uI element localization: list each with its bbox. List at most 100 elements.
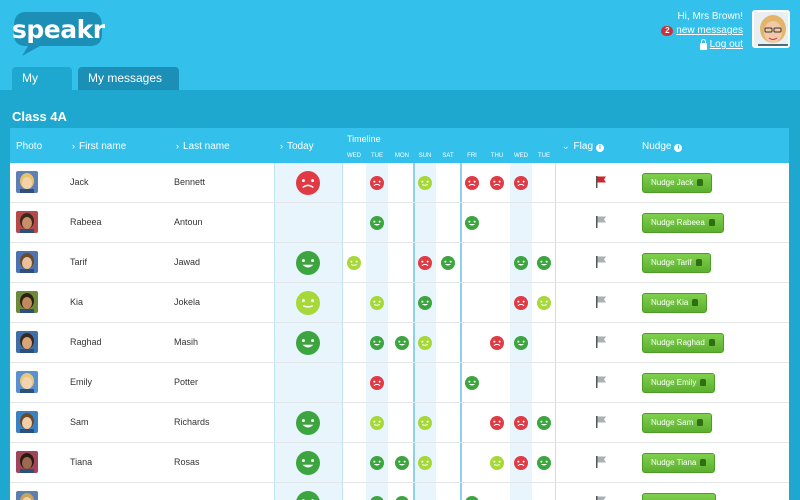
flag-icon[interactable] xyxy=(594,215,608,229)
table-row[interactable] xyxy=(10,483,789,500)
table-header: Photo › First name › Last name › Today Time… xyxy=(10,128,789,163)
header-nudge-label: Nudge xyxy=(642,141,672,152)
lock-icon xyxy=(699,38,707,50)
flag-icon[interactable] xyxy=(594,415,608,429)
flag-icon[interactable] xyxy=(594,175,608,189)
flag-icon[interactable] xyxy=(594,255,608,269)
table-row[interactable]: Tarif Jawad Nudge Tarif xyxy=(10,243,789,283)
hand-wave-icon xyxy=(708,219,715,226)
flag-icon[interactable] xyxy=(594,495,608,500)
table-row[interactable]: Sam Richards Nudge Sam xyxy=(10,403,789,443)
table-row[interactable]: Jack Bennett Nudge Jack xyxy=(10,163,789,203)
chevron-right-icon: › xyxy=(280,141,283,151)
table-row[interactable]: Rabeea Antoun Nudge Rabeea xyxy=(10,203,789,243)
table-row[interactable]: Tiana Rosas Nudge Tiana xyxy=(10,443,789,483)
timeline-day-label: WED xyxy=(347,153,361,159)
hand-wave-icon xyxy=(692,299,699,306)
nudge-button-label: Nudge Rabeea xyxy=(651,218,705,227)
nudge-button[interactable]: Nudge Tarif xyxy=(642,253,711,273)
timeline-mood-happy-icon xyxy=(537,456,551,475)
timeline-mood-happy-icon xyxy=(395,336,409,355)
timeline-mood-happy-icon xyxy=(441,256,455,275)
timeline-mood-happy-icon xyxy=(465,496,479,500)
info-icon[interactable]: i xyxy=(596,144,604,152)
timeline-mood-mid-icon xyxy=(490,456,504,475)
student-photo xyxy=(16,411,38,433)
user-avatar[interactable] xyxy=(752,10,790,48)
header-first-name[interactable]: › First name xyxy=(72,141,126,152)
tab-my-messages[interactable]: My messages2 xyxy=(78,67,179,107)
timeline-mood-sad-icon xyxy=(370,176,384,195)
hand-wave-icon xyxy=(700,379,707,386)
today-mood-happy-icon xyxy=(296,491,320,500)
timeline-mood-sad-icon xyxy=(418,256,432,275)
nudge-button[interactable]: Nudge Raghad xyxy=(642,333,724,353)
new-messages-link[interactable]: new messages xyxy=(676,24,743,38)
timeline-mood-happy-icon xyxy=(514,256,528,275)
nudge-button-label: Nudge Emily xyxy=(651,378,697,387)
nudge-button[interactable]: Nudge Tiana xyxy=(642,453,716,473)
table-row[interactable]: Raghad Masih Nudge Raghad xyxy=(10,323,789,363)
timeline-mood-mid-icon xyxy=(370,296,384,315)
last-name-cell: Rosas xyxy=(174,457,200,467)
chevron-down-icon: ⌄ xyxy=(562,141,570,151)
timeline-mood-sad-icon xyxy=(490,176,504,195)
table-row[interactable]: Emily Potter Nudge Emily xyxy=(10,363,789,403)
timeline-mood-happy-icon xyxy=(395,456,409,475)
today-mood-sad-icon xyxy=(296,171,320,200)
timeline-mood-mid-icon xyxy=(418,416,432,435)
nudge-button[interactable]: Nudge Kia xyxy=(642,293,708,313)
timeline-mood-happy-icon xyxy=(537,416,551,435)
hand-wave-icon xyxy=(697,179,704,186)
nudge-button[interactable] xyxy=(642,493,716,500)
flag-icon[interactable] xyxy=(594,375,608,389)
timeline-day-label: TUE xyxy=(371,153,383,159)
flag-icon[interactable] xyxy=(594,335,608,349)
class-title: Class 4A xyxy=(12,109,67,124)
timeline-mood-mid-icon xyxy=(418,176,432,195)
timeline-mood-sad-icon xyxy=(514,416,528,435)
flag-icon[interactable] xyxy=(594,295,608,309)
header-nudge: Nudge i xyxy=(642,141,683,152)
chevron-right-icon: › xyxy=(176,141,179,151)
table-row[interactable]: Kia Jokela Nudge Kia xyxy=(10,283,789,323)
last-name-cell: Jawad xyxy=(174,257,201,267)
flag-icon[interactable] xyxy=(594,455,608,469)
timeline-mood-happy-icon xyxy=(370,456,384,475)
timeline-mood-mid-icon xyxy=(418,336,432,355)
timeline-mood-happy-icon xyxy=(370,496,384,500)
logout-link[interactable]: Log out xyxy=(710,38,743,52)
today-mood-mid-icon xyxy=(296,291,320,320)
timeline-mood-sad-icon xyxy=(514,176,528,195)
first-name-cell: Raghad xyxy=(70,337,102,347)
logo-text: speakr xyxy=(12,15,105,44)
nudge-button[interactable]: Nudge Jack xyxy=(642,173,713,193)
first-name-cell: Kia xyxy=(70,297,84,307)
speakr-logo[interactable]: speakr xyxy=(12,8,105,58)
last-name-cell: Richards xyxy=(174,417,210,427)
timeline-mood-mid-icon xyxy=(537,296,551,315)
timeline-day-label: MON xyxy=(395,153,409,159)
student-photo xyxy=(16,491,38,500)
header-flag[interactable]: ⌄ Flag i xyxy=(562,141,604,152)
header-timeline: Timeline xyxy=(347,134,381,144)
timeline-day-label: TUE xyxy=(538,153,550,159)
timeline-mood-happy-icon xyxy=(370,216,384,235)
timeline-mood-sad-icon xyxy=(490,336,504,355)
tab-my-class[interactable]: My class xyxy=(12,67,72,108)
nudge-button-label: Nudge Tiana xyxy=(651,458,697,467)
header-today[interactable]: › Today xyxy=(280,141,314,152)
header-last-name[interactable]: › Last name xyxy=(176,141,230,152)
last-name-cell: Jokela xyxy=(174,297,201,307)
nudge-button-label: Nudge Raghad xyxy=(651,338,705,347)
user-box: Hi, Mrs Brown! 2 new messages Log out xyxy=(661,10,743,52)
student-photo xyxy=(16,291,38,313)
greeting: Hi, Mrs Brown! xyxy=(677,11,743,22)
timeline-mood-mid-icon xyxy=(370,416,384,435)
header-photo: Photo xyxy=(16,141,43,152)
timeline-mood-sad-icon xyxy=(514,296,528,315)
nudge-button[interactable]: Nudge Rabeea xyxy=(642,213,724,233)
nudge-button[interactable]: Nudge Emily xyxy=(642,373,716,393)
nudge-button[interactable]: Nudge Sam xyxy=(642,413,713,433)
info-icon[interactable]: i xyxy=(674,144,683,152)
